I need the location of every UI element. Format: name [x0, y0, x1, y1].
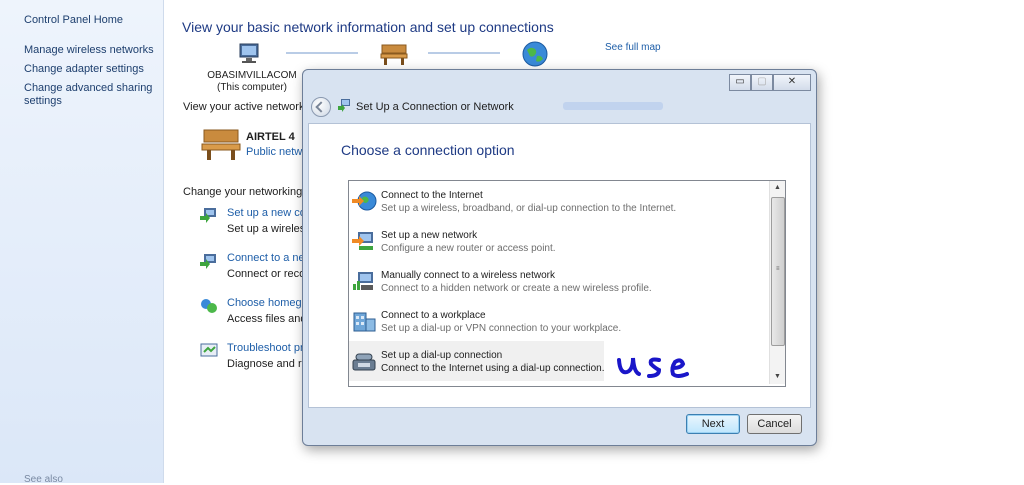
scroll-up-icon[interactable]: ▲ [770, 181, 785, 195]
scroll-down-icon[interactable]: ▼ [770, 370, 785, 384]
setup-connection-icon [200, 208, 216, 223]
globe-icon [352, 191, 377, 211]
handwritten-use-annotation [617, 357, 689, 378]
option-manual-wireless[interactable]: Manually connect to a wireless network C… [349, 261, 767, 301]
option-desc: Set up a wireless, broadband, or dial-up… [381, 203, 677, 214]
choose-homegroup-link[interactable]: Choose homegro [227, 297, 311, 309]
choose-option-heading: Choose a connection option [341, 142, 515, 158]
setup-connection-dialog: ▭ ▢ ✕ Set Up a Connection or Network Cho… [302, 69, 817, 446]
change-adapter-settings-link[interactable]: Change adapter settings [24, 63, 154, 76]
active-networks-heading: View your active networks [183, 101, 310, 113]
option-workplace[interactable]: Connect to a workplace Set up a dial-up … [349, 301, 767, 341]
workplace-icon [353, 312, 376, 332]
dialog-title: Set Up a Connection or Network [356, 101, 514, 113]
map-connector-line [428, 52, 500, 54]
grip-icon: ≡ [776, 266, 780, 272]
computer-name: OBASIMVILLACOM [207, 70, 297, 81]
minimize-button[interactable]: ▭ [729, 74, 751, 91]
next-button[interactable]: Next [686, 414, 740, 434]
option-connect-internet[interactable]: Connect to the Internet Set up a wireles… [349, 181, 767, 221]
back-arrow-icon[interactable] [311, 97, 331, 117]
network-setup-icon [338, 99, 350, 112]
network-type-link[interactable]: Public netwo [246, 146, 308, 158]
router-icon [352, 232, 373, 250]
option-desc: Configure a new router or access point. [381, 243, 556, 254]
computer-icon [239, 43, 259, 63]
left-nav-pane: Control Panel Home Manage wireless netwo… [0, 0, 164, 485]
cancel-button[interactable]: Cancel [747, 414, 802, 434]
homegroup-icon [201, 299, 217, 313]
active-network-name: AIRTEL 4 [246, 131, 295, 143]
internet-globe-icon [522, 41, 548, 67]
option-dialup[interactable]: Set up a dial-up connection Connect to t… [349, 341, 604, 381]
option-title: Set up a dial-up connection [381, 350, 503, 361]
computer-sub: (This computer) [216, 82, 287, 93]
page-title: View your basic network information and … [182, 19, 554, 35]
option-title: Connect to the Internet [381, 190, 483, 201]
map-connector-line [286, 52, 358, 54]
see-full-map-link[interactable]: See full map [605, 42, 661, 53]
change-settings-heading: Change your networking se [183, 186, 317, 198]
computer-name-label: OBASIMVILLACOM (This computer) [204, 70, 300, 94]
options-scrollbar[interactable]: ▲ ≡ ▼ [769, 181, 785, 384]
network-bench-icon [201, 129, 241, 160]
setup-new-connection-link[interactable]: Set up a new con [227, 207, 312, 219]
option-title: Manually connect to a wireless network [381, 270, 555, 281]
option-desc: Connect to a hidden network or create a … [381, 283, 652, 294]
connect-to-network-desc: Connect or recon [227, 268, 312, 280]
close-button[interactable]: ✕ [773, 74, 811, 91]
option-title: Connect to a workplace [381, 310, 486, 321]
option-desc: Connect to the Internet using a dial-up … [381, 363, 605, 374]
see-also-label: See also [24, 474, 63, 485]
maximize-button[interactable]: ▢ [751, 74, 773, 91]
troubleshoot-icon [200, 343, 218, 357]
scroll-thumb[interactable]: ≡ [771, 197, 785, 346]
manage-wireless-networks-link[interactable]: Manage wireless networks [24, 44, 154, 57]
phone-icon [352, 353, 376, 371]
dialog-content: Choose a connection option Connect to th… [308, 123, 811, 408]
control-panel-home-link[interactable]: Control Panel Home [24, 14, 154, 27]
connection-options-list: Connect to the Internet Set up a wireles… [348, 180, 786, 387]
dialog-titlebar[interactable]: ▭ ▢ ✕ Set Up a Connection or Network [303, 70, 816, 120]
change-advanced-sharing-link[interactable]: Change advanced sharing settings [24, 82, 154, 108]
troubleshoot-problems-desc: Diagnose and rep [227, 358, 314, 370]
setup-new-connection-desc: Set up a wireless, [227, 223, 314, 235]
wireless-icon [353, 272, 373, 290]
option-desc: Set up a dial-up or VPN connection to yo… [381, 323, 622, 334]
option-title: Set up a new network [381, 230, 478, 241]
option-new-network[interactable]: Set up a new network Configure a new rou… [349, 221, 767, 261]
troubleshoot-problems-link[interactable]: Troubleshoot pro [227, 342, 310, 354]
blurred-link [563, 102, 663, 110]
bench-icon [380, 44, 408, 65]
connect-network-icon [200, 254, 216, 269]
